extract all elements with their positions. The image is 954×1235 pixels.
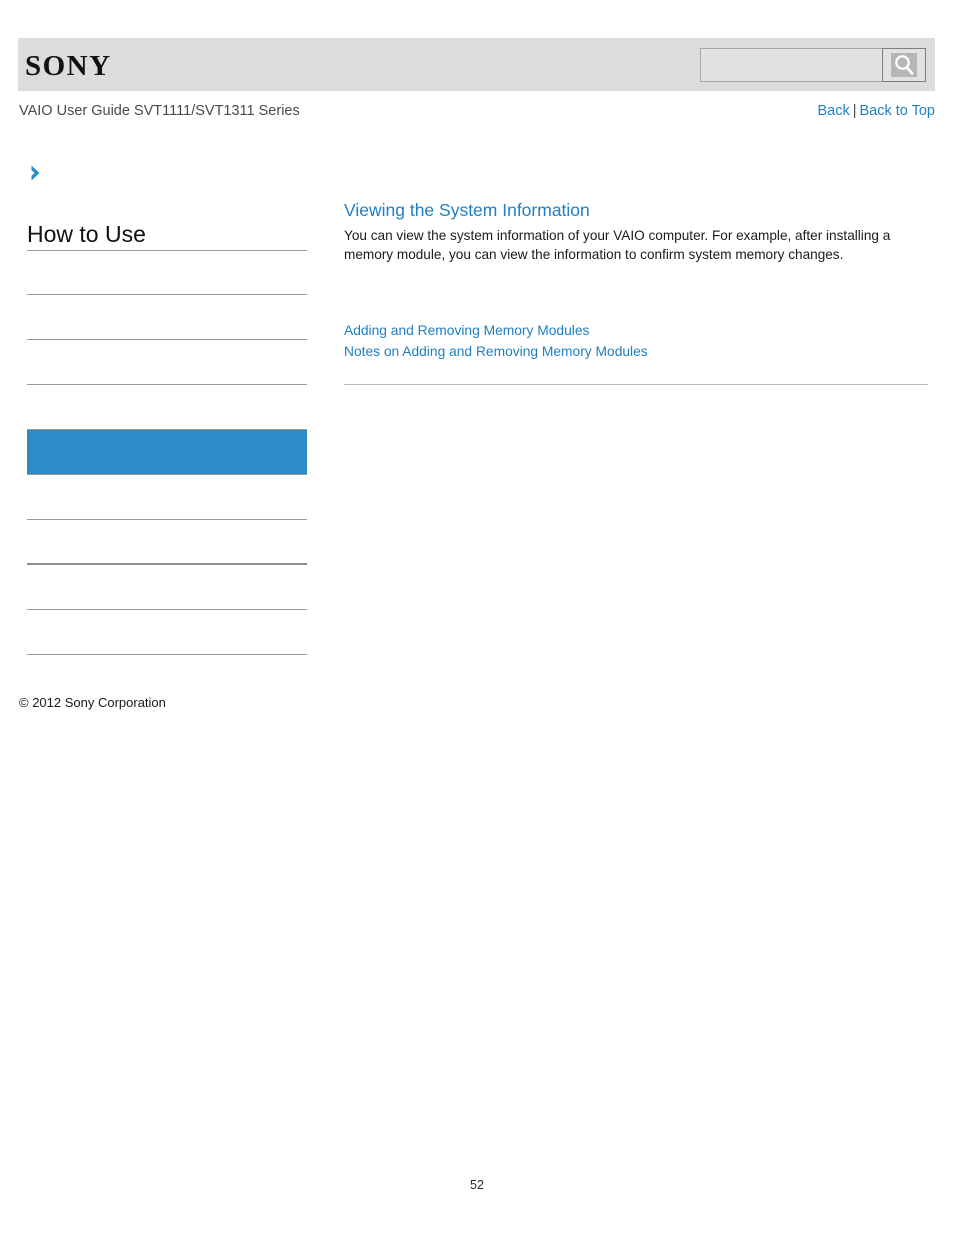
- nav-separator: |: [852, 103, 857, 119]
- search-input[interactable]: [700, 48, 882, 82]
- sidebar-item-4-active[interactable]: [27, 430, 307, 475]
- top-navigation: Back | Back to Top: [817, 102, 935, 120]
- search-button[interactable]: [882, 48, 926, 82]
- sidebar-item-3[interactable]: [27, 385, 307, 430]
- sidebar-item-7[interactable]: [27, 565, 307, 610]
- search-icon: [891, 53, 917, 77]
- back-to-top-link[interactable]: Back to Top: [859, 103, 935, 119]
- related-links: Adding and Removing Memory Modules Notes…: [344, 320, 928, 362]
- sidebar-nav-list: [27, 250, 307, 655]
- sidebar-item-5[interactable]: [27, 475, 307, 520]
- sidebar-item-0[interactable]: [27, 250, 307, 295]
- header-band: [18, 38, 935, 91]
- copyright-text: © 2012 Sony Corporation: [19, 695, 166, 710]
- sidebar-item-2[interactable]: [27, 340, 307, 385]
- sony-logo: SONY: [25, 50, 112, 82]
- sidebar-item-1[interactable]: [27, 295, 307, 340]
- sidebar-item-6[interactable]: [27, 520, 307, 565]
- search-area: [700, 48, 926, 82]
- related-link-1[interactable]: Notes on Adding and Removing Memory Modu…: [344, 341, 928, 362]
- content-heading: Viewing the System Information: [344, 200, 590, 220]
- sidebar-item-8[interactable]: [27, 610, 307, 655]
- content-divider: [344, 384, 928, 385]
- guide-title: VAIO User Guide SVT1111/SVT1311 Series: [19, 103, 300, 119]
- page-number: 52: [470, 1178, 484, 1192]
- content-body: You can view the system information of y…: [344, 228, 891, 262]
- back-link[interactable]: Back: [817, 103, 849, 119]
- page-title: How to Use: [27, 221, 146, 247]
- main-content: Viewing the System Information You can v…: [344, 198, 928, 385]
- related-link-0[interactable]: Adding and Removing Memory Modules: [344, 320, 928, 341]
- chevron-right-icon[interactable]: [27, 163, 47, 183]
